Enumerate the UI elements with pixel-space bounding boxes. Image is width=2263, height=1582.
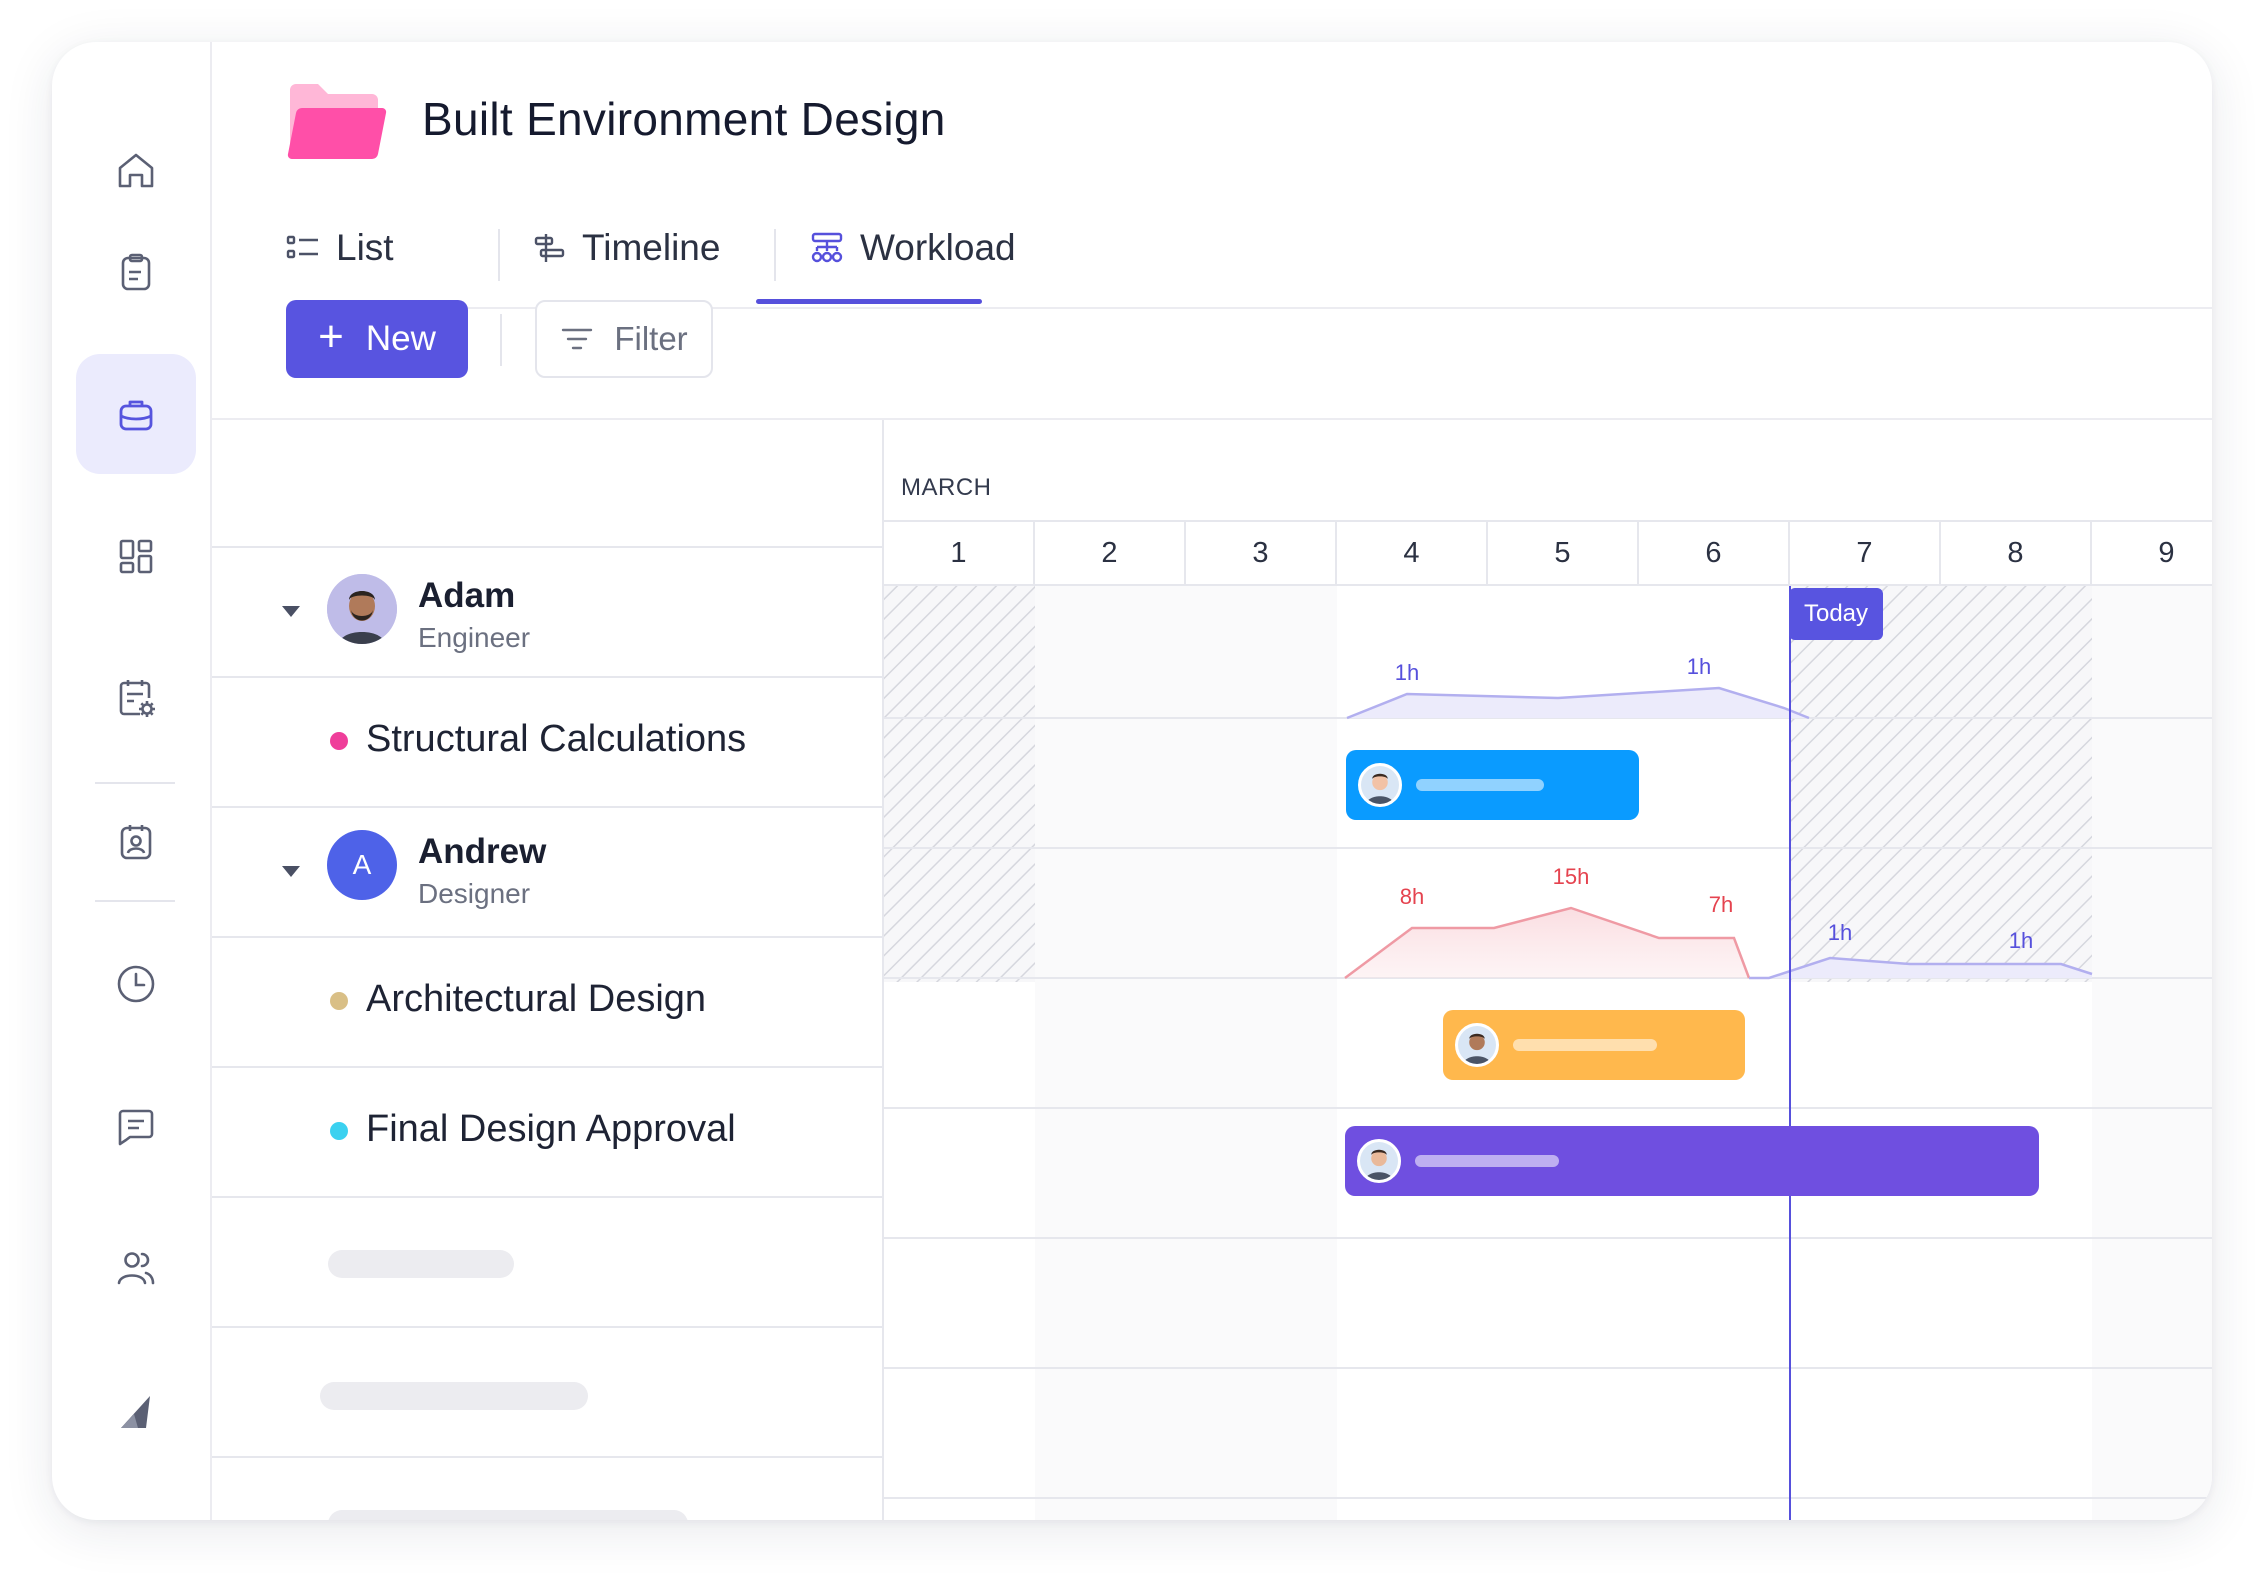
collapse-caret-icon[interactable] — [282, 866, 300, 877]
person-row-adam[interactable]: Adam Engineer — [212, 540, 884, 670]
list-icon — [286, 235, 318, 259]
tab-workload-label: Workload — [860, 227, 1016, 268]
logo-icon — [121, 1396, 150, 1428]
nav-messages[interactable] — [76, 1066, 196, 1186]
briefcase-icon — [119, 400, 153, 431]
nav-dashboard[interactable] — [76, 496, 196, 616]
workload-label: 1h — [1828, 920, 1852, 945]
assignee-avatar — [1454, 1023, 1499, 1067]
person-name: Andrew — [418, 832, 547, 871]
tab-timeline[interactable]: Timeline — [532, 227, 720, 269]
tab-workload[interactable]: Workload — [810, 227, 1016, 269]
page-title: Built Environment Design — [422, 93, 946, 145]
filter-button-label: Filter — [614, 320, 688, 357]
avatar: A — [327, 830, 397, 900]
timeline-canvas: 1h 1h 8h 15h 7h 1h 1h — [884, 586, 2212, 1520]
task-label: Final Design Approval — [366, 1108, 736, 1150]
assignee-avatar — [1358, 763, 1402, 807]
workload-label: 8h — [1400, 884, 1424, 909]
dashboard-icon — [119, 539, 153, 574]
loading-placeholder — [328, 1510, 688, 1520]
task-bar[interactable] — [1442, 1010, 1745, 1080]
loading-placeholder — [328, 1250, 514, 1278]
unavailable-block — [884, 586, 1035, 982]
status-dot — [330, 1122, 348, 1140]
timeline-icon — [534, 234, 565, 262]
weekend-column — [2092, 586, 2212, 1520]
task-label: Architectural Design — [366, 978, 707, 1020]
task-bar-placeholder — [1512, 1039, 1657, 1051]
workload-area-andrew-over — [1345, 908, 1749, 978]
task-bar-placeholder — [1414, 1155, 1559, 1167]
new-button-label: New — [365, 319, 436, 358]
filter-button[interactable]: Filter — [535, 300, 713, 378]
users-icon — [117, 1252, 155, 1285]
weekend-column — [1035, 586, 1337, 1520]
status-dot — [330, 992, 348, 1010]
nav-time[interactable] — [76, 924, 196, 1044]
plus-icon: + — [318, 312, 344, 361]
workload-label: 7h — [1709, 892, 1733, 917]
task-bar[interactable] — [1344, 1126, 2040, 1196]
clipboard-icon — [121, 253, 151, 291]
nav-team[interactable] — [76, 1208, 196, 1328]
today-badge: Today — [1789, 588, 1883, 640]
tab-list-label: List — [336, 227, 394, 268]
task-label: Structural Calculations — [366, 718, 747, 760]
home-icon — [118, 153, 154, 188]
assignee-avatar — [1356, 1139, 1401, 1183]
view-tabs: List Timeline Workload — [286, 187, 2212, 309]
workload-label: 1h — [1395, 660, 1419, 685]
task-row-structural-calculations[interactable]: Structural Calculations — [212, 676, 884, 806]
nav-logo[interactable] — [76, 1350, 196, 1470]
calendar-settings-icon — [119, 680, 155, 717]
nav-tasks[interactable] — [76, 212, 196, 332]
avatar — [327, 574, 397, 644]
tab-list[interactable]: List — [286, 227, 394, 269]
folder-icon — [287, 84, 387, 160]
task-row-architectural-design[interactable]: Architectural Design — [212, 936, 884, 1066]
person-role: Designer — [418, 878, 531, 909]
workload-icon — [811, 232, 843, 263]
chat-icon — [118, 1109, 154, 1146]
workload-timeline: MARCH 123456789 1h 1h 8h 15h 7h 1h 1h Today — [884, 420, 2212, 1520]
filter-icon — [562, 328, 593, 350]
tab-timeline-label: Timeline — [582, 227, 721, 268]
app-window: Built Environment Design List Timeline W… — [52, 42, 2212, 1520]
nav-projects[interactable] — [76, 354, 196, 474]
person-photo-icon — [327, 574, 397, 644]
today-marker-line — [1789, 586, 1791, 1520]
nav-schedule-settings[interactable] — [76, 638, 196, 758]
collapse-caret-icon[interactable] — [282, 606, 300, 617]
nav-contacts[interactable] — [76, 782, 196, 902]
workload-label: 1h — [1687, 654, 1711, 679]
resource-list: Adam Engineer Structural Calculations A … — [212, 420, 884, 1520]
person-row-andrew[interactable]: A Andrew Designer — [212, 796, 884, 926]
task-row-final-design-approval[interactable]: Final Design Approval — [212, 1066, 884, 1196]
person-role: Engineer — [418, 622, 531, 653]
new-button[interactable]: + New — [286, 300, 468, 378]
contact-badge-icon — [120, 825, 152, 860]
task-bar-placeholder — [1416, 779, 1544, 791]
clock-icon — [117, 965, 155, 1003]
workload-area-adam — [1347, 688, 1809, 718]
workload-label: 15h — [1553, 864, 1590, 889]
sidebar — [52, 42, 212, 1520]
task-bar[interactable] — [1346, 750, 1639, 820]
person-name: Adam — [418, 576, 516, 615]
workload-label: 1h — [2009, 928, 2033, 953]
status-dot — [330, 732, 348, 750]
loading-placeholder — [320, 1382, 588, 1410]
active-tab-indicator — [756, 299, 982, 304]
